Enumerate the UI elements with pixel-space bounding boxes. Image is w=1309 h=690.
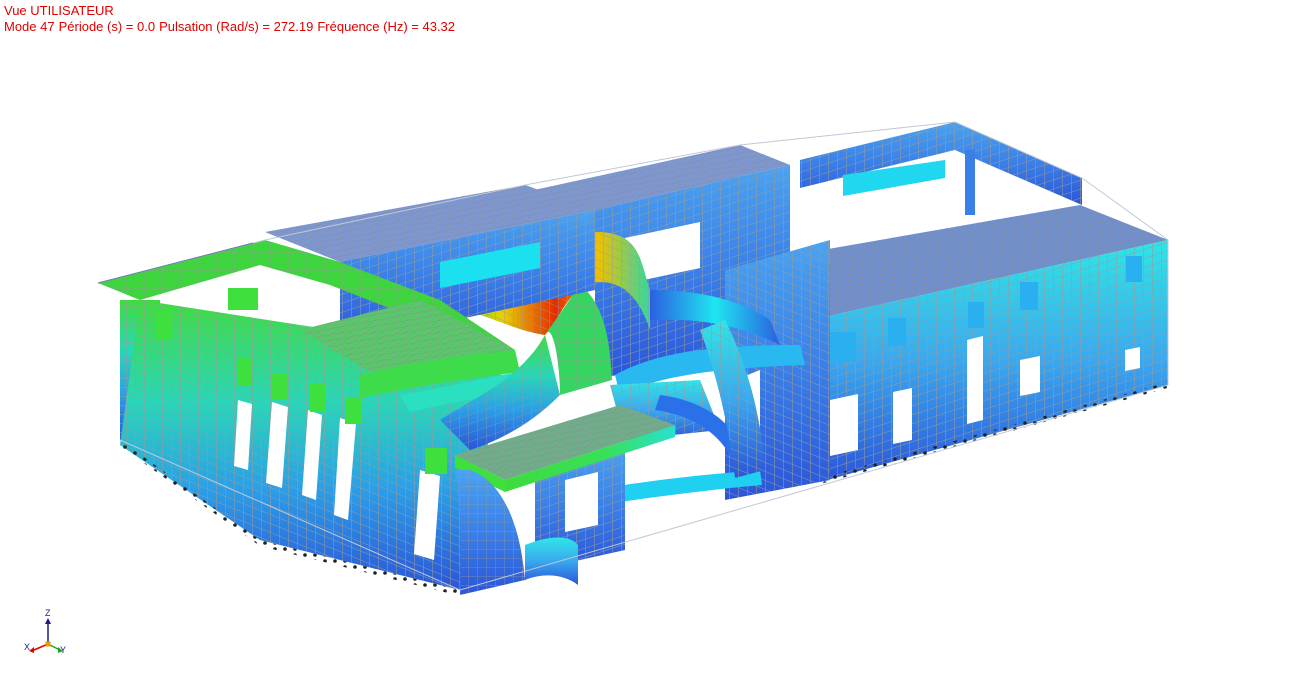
modal-viewport[interactable]: Vue UTILISATEUR Mode 47 Période (s) = 0.0… — [0, 0, 1309, 690]
fe-model-canvas[interactable] — [0, 0, 1309, 690]
axis-y-label: Y — [60, 645, 67, 655]
axis-triad: Z X Y — [20, 608, 70, 660]
axis-x-label: X — [24, 642, 31, 652]
axis-z-label: Z — [45, 608, 51, 618]
